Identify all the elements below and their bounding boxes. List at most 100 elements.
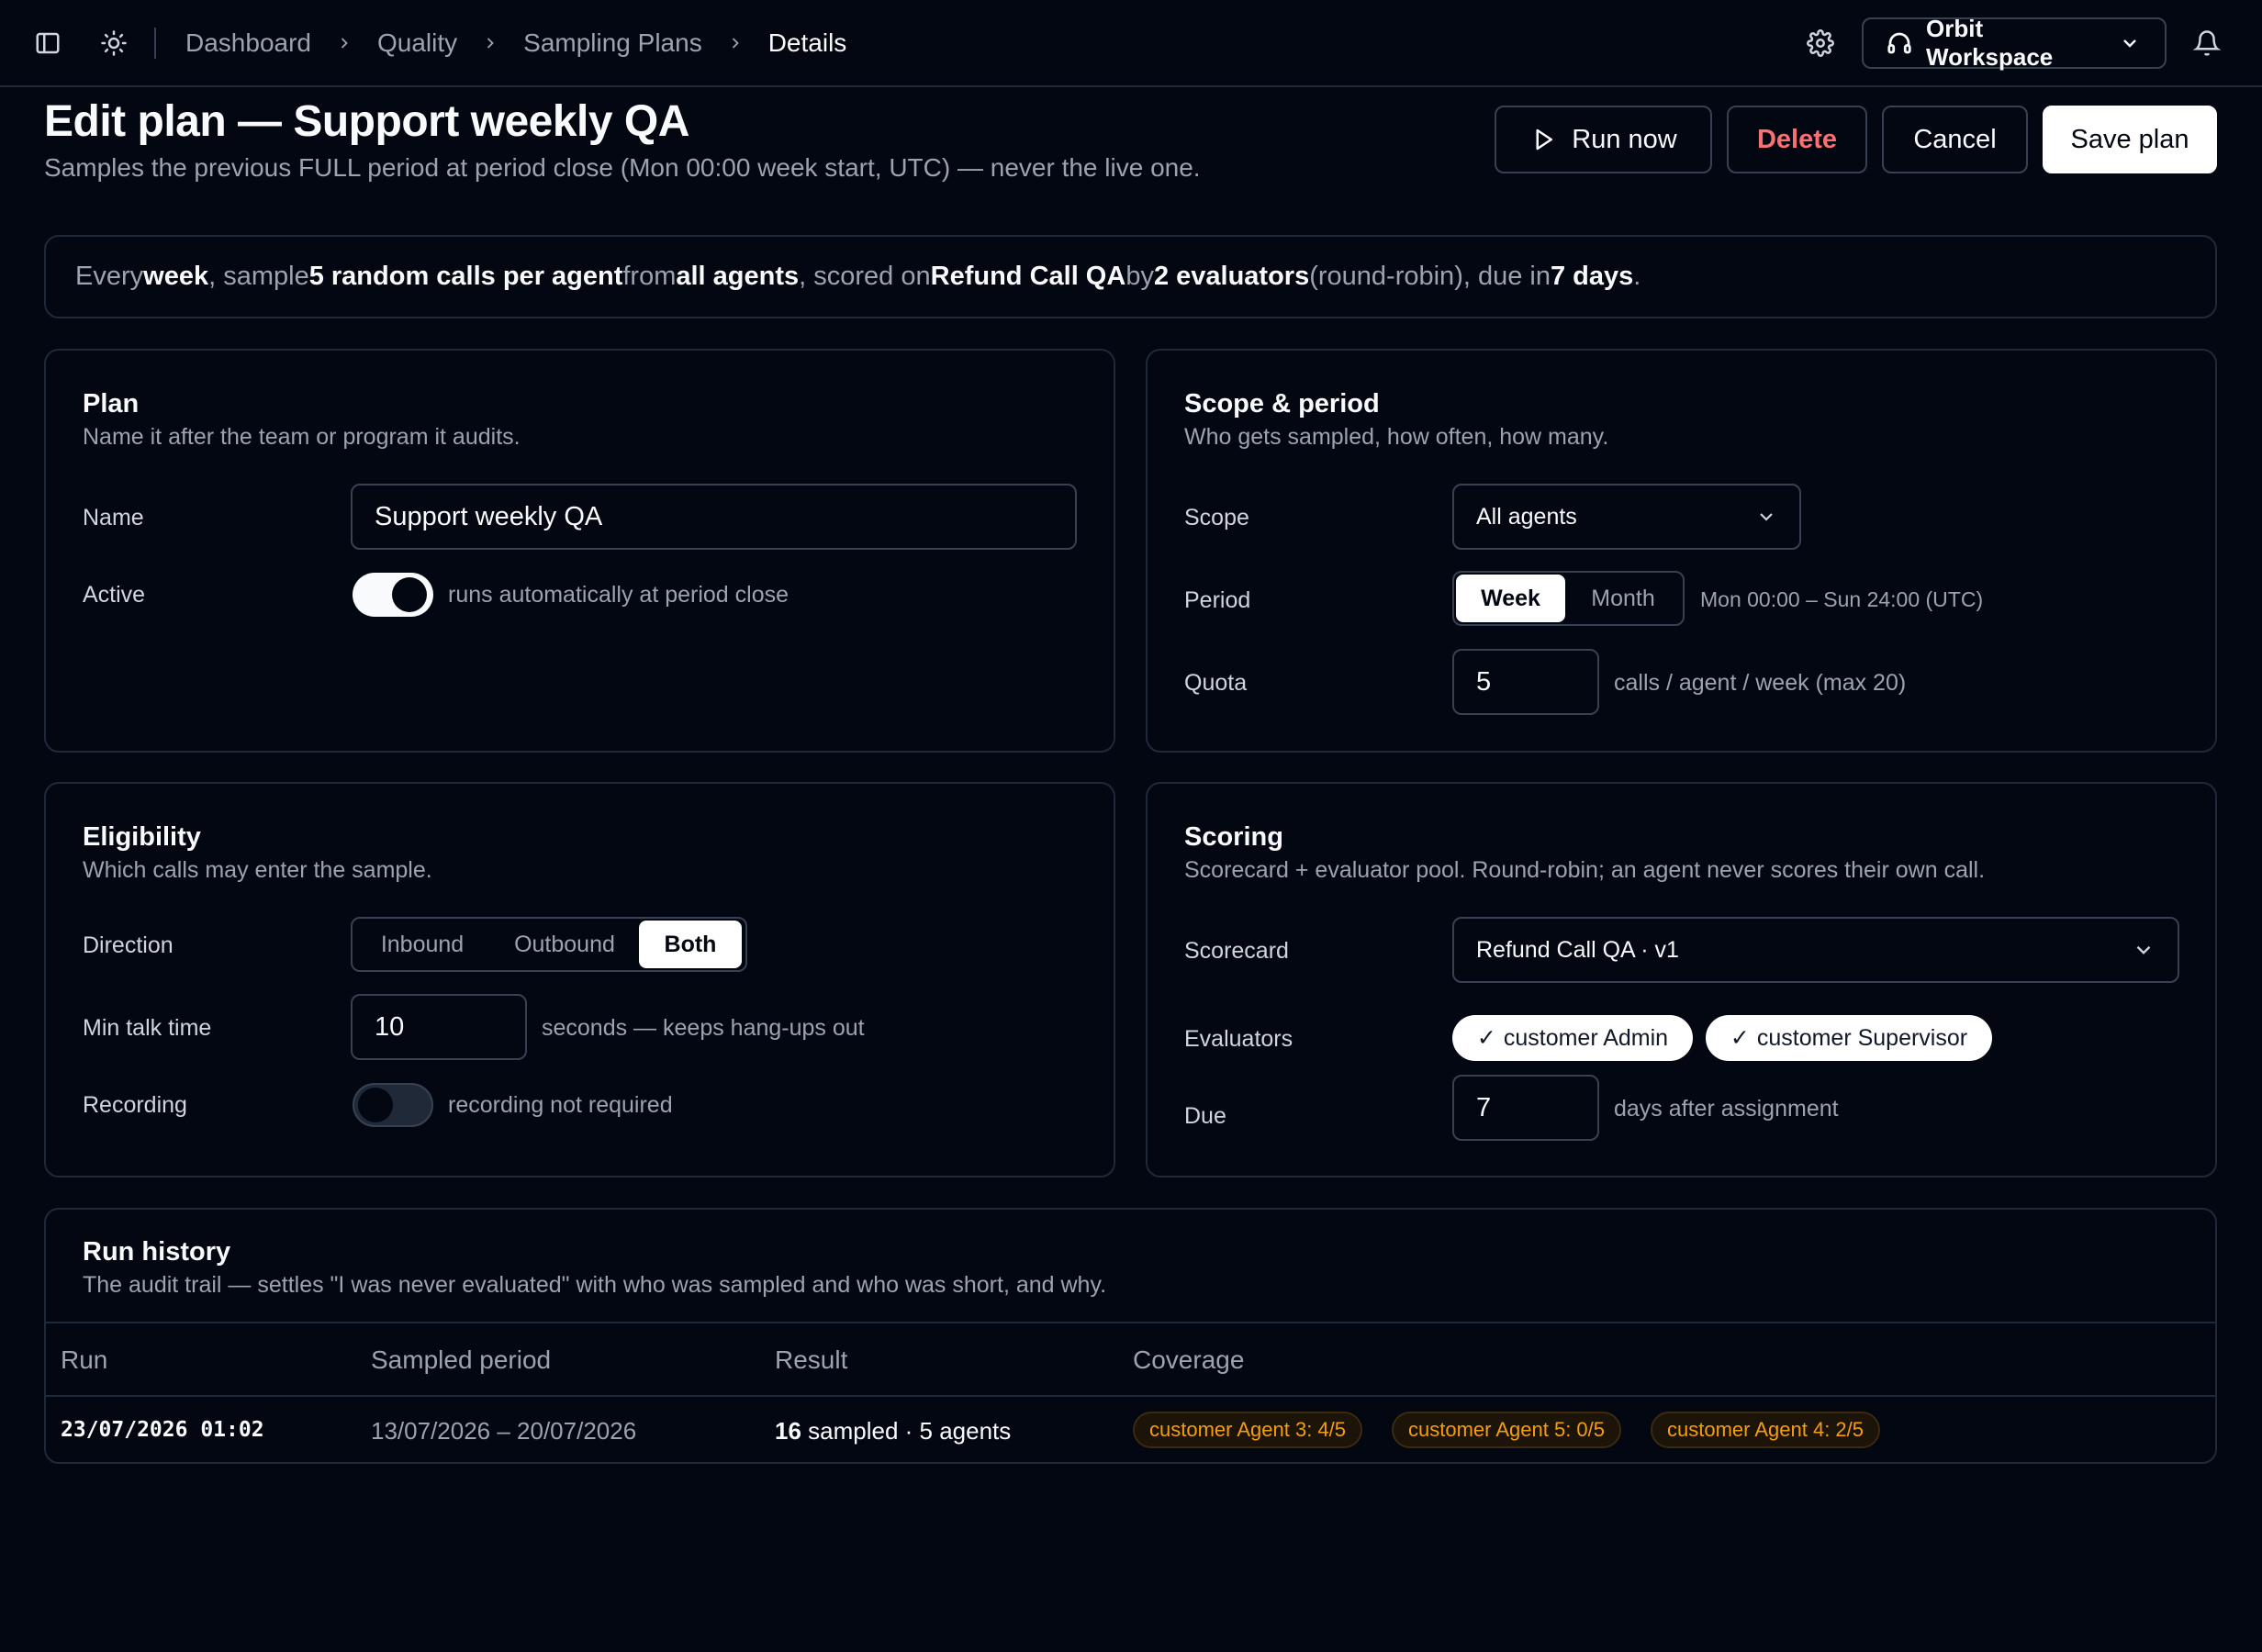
result-text: sampled · 5 agents (801, 1417, 1012, 1445)
coverage-badge: customer Agent 4: 2/5 (1651, 1412, 1881, 1448)
evaluators-label: Evaluators (1184, 1026, 1293, 1052)
run-now-button[interactable]: Run now (1495, 106, 1712, 173)
run-history-title: Run history (83, 1237, 231, 1267)
headset-icon (1886, 29, 1913, 57)
cancel-button[interactable]: Cancel (1882, 106, 2028, 173)
due-label: Due (1184, 1103, 1226, 1129)
page-title: Edit plan — Support weekly QA (44, 97, 689, 146)
period-hint: Mon 00:00 – Sun 24:00 (UTC) (1700, 587, 1984, 611)
sun-icon[interactable] (97, 27, 130, 60)
eligibility-card: Eligibility Which calls may enter the sa… (44, 782, 1115, 1178)
run-result: 16 sampled · 5 agents (775, 1417, 1011, 1446)
recording-label: Recording (83, 1092, 187, 1118)
due-input[interactable]: 7 (1452, 1075, 1599, 1141)
column-header-run: Run (61, 1345, 108, 1374)
active-toggle[interactable] (353, 573, 433, 617)
quota-label: Quota (1184, 670, 1248, 696)
evaluator-chip-supervisor[interactable]: ✓ customer Supervisor (1706, 1015, 1992, 1061)
plan-card-description: Name it after the team or program it aud… (83, 424, 521, 450)
due-input-value: 7 (1476, 1092, 1492, 1122)
scorecard-label: Scorecard (1184, 938, 1289, 964)
toggle-knob (358, 1088, 393, 1122)
workspace-name: Orbit Workspace (1926, 15, 2054, 71)
summary-text: Every (75, 262, 144, 291)
quota-hint: calls / agent / week (max 20) (1614, 670, 1907, 696)
direction-outbound-option[interactable]: Outbound (490, 921, 639, 968)
active-label: Active (83, 582, 146, 608)
delete-button[interactable]: Delete (1727, 106, 1867, 173)
scorecard-select-value: Refund Call QA · v1 (1476, 936, 1679, 963)
summary-text: by (1125, 262, 1154, 291)
run-history-description: The audit trail — settles "I was never e… (83, 1272, 1107, 1298)
column-header-coverage: Coverage (1133, 1345, 1245, 1374)
breadcrumb-dashboard[interactable]: Dashboard (185, 28, 311, 58)
recording-hint: recording not required (448, 1092, 673, 1118)
top-bar: Dashboard Quality Sampling Plans Details… (0, 0, 2262, 87)
scope-card-description: Who gets sampled, how often, how many. (1184, 424, 1609, 450)
summary-quota: 5 random calls per agent (308, 262, 623, 291)
evaluator-chip-label: customer Supervisor (1756, 1024, 1968, 1051)
direction-inbound-option[interactable]: Inbound (354, 921, 490, 968)
coverage-badge: customer Agent 3: 4/5 (1133, 1412, 1363, 1448)
plan-card-title: Plan (83, 389, 140, 419)
chevron-down-icon (1755, 506, 1777, 528)
plan-summary: Every week, sample 5 random calls per ag… (44, 235, 2217, 318)
bell-icon[interactable] (2190, 27, 2223, 60)
toggle-knob (392, 577, 427, 612)
eligibility-card-description: Which calls may enter the sample. (83, 857, 432, 883)
breadcrumb-quality[interactable]: Quality (377, 28, 457, 58)
scoring-card-title: Scoring (1184, 822, 1283, 852)
coverage-badge: customer Agent 5: 0/5 (1392, 1412, 1622, 1448)
min-talk-label: Min talk time (83, 1015, 212, 1041)
summary-scope: all agents (676, 262, 800, 291)
min-talk-input[interactable]: 10 (351, 994, 527, 1060)
summary-evaluators: 2 evaluators (1153, 262, 1310, 291)
name-input-value: Support weekly QA (375, 501, 603, 531)
chevron-down-icon (2132, 938, 2156, 962)
summary-text: (round-robin), due in (1309, 262, 1551, 291)
column-header-sampled-period: Sampled period (371, 1345, 552, 1374)
scorecard-select[interactable]: Refund Call QA · v1 (1452, 917, 2179, 983)
chevron-down-icon (2119, 32, 2141, 54)
summary-scorecard: Refund Call QA (930, 262, 1126, 291)
workspace-switcher[interactable]: Orbit Workspace (1862, 15, 2167, 71)
quota-input[interactable]: 5 (1452, 649, 1599, 715)
scope-card-title: Scope & period (1184, 389, 1380, 419)
min-talk-hint: seconds — keeps hang-ups out (542, 1015, 865, 1041)
min-talk-input-value: 10 (375, 1011, 405, 1042)
page-subtitle: Samples the previous FULL period at peri… (44, 153, 1201, 182)
gear-icon[interactable] (1804, 27, 1837, 60)
due-hint: days after assignment (1614, 1096, 1839, 1122)
chevron-right-icon (726, 34, 745, 52)
summary-text: from (622, 262, 677, 291)
chevron-right-icon (335, 34, 353, 52)
table-header: Run Sampled period Result Coverage (46, 1322, 2215, 1397)
active-hint: runs automatically at period close (448, 582, 789, 608)
evaluator-chip-label: customer Admin (1503, 1024, 1669, 1051)
evaluator-chip-admin[interactable]: ✓ customer Admin (1452, 1015, 1693, 1061)
scoring-card: Scoring Scorecard + evaluator pool. Roun… (1146, 782, 2217, 1178)
quota-input-value: 5 (1476, 666, 1492, 697)
run-timestamp: 23/07/2026 01:02 (61, 1418, 264, 1442)
topbar-divider (154, 28, 156, 59)
check-icon: ✓ (1730, 1025, 1750, 1051)
scope-select[interactable]: All agents (1452, 484, 1801, 550)
result-count: 16 (775, 1417, 801, 1445)
chevron-right-icon (481, 34, 499, 52)
breadcrumb-details: Details (767, 28, 847, 57)
period-month-option[interactable]: Month (1565, 575, 1681, 622)
scoring-card-description: Scorecard + evaluator pool. Round-robin;… (1184, 857, 1986, 883)
period-week-option[interactable]: Week (1456, 575, 1566, 622)
summary-text: , sample (208, 262, 309, 291)
run-now-label: Run now (1572, 124, 1677, 154)
save-plan-button[interactable]: Save plan (2043, 106, 2217, 173)
name-input[interactable]: Support weekly QA (351, 484, 1077, 550)
scope-select-value: All agents (1476, 503, 1577, 530)
direction-both-option[interactable]: Both (639, 921, 742, 968)
sidebar-toggle-icon[interactable] (31, 27, 64, 60)
breadcrumb-sampling-plans[interactable]: Sampling Plans (523, 28, 702, 58)
recording-toggle[interactable] (353, 1083, 433, 1127)
direction-label: Direction (83, 932, 174, 958)
eligibility-card-title: Eligibility (83, 822, 201, 852)
check-icon: ✓ (1476, 1025, 1496, 1051)
